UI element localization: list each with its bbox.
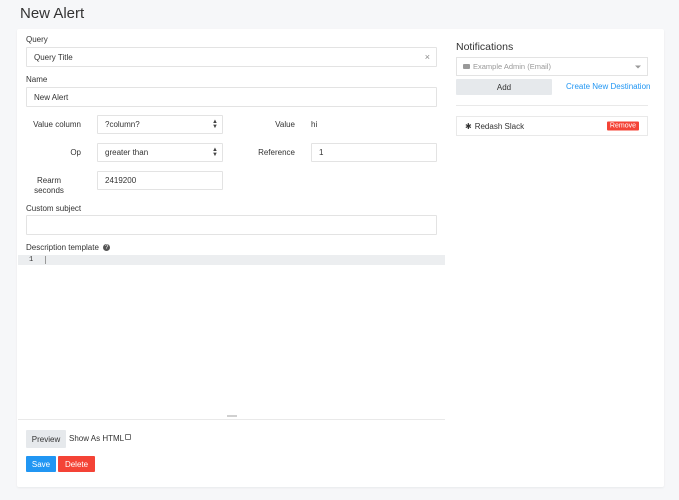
name-value: New Alert bbox=[34, 92, 69, 102]
delete-button[interactable]: Delete bbox=[58, 456, 95, 472]
query-label: Query bbox=[26, 35, 48, 44]
query-value: Query Title bbox=[34, 52, 73, 62]
preview-button[interactable]: Preview bbox=[26, 430, 66, 448]
slack-icon: ✱ bbox=[465, 121, 472, 131]
show-as-html-checkbox[interactable] bbox=[125, 434, 131, 440]
save-button[interactable]: Save bbox=[26, 456, 56, 472]
rearm-input[interactable]: 2419200 bbox=[97, 171, 223, 190]
add-destination-button[interactable]: Add bbox=[456, 79, 552, 95]
rearm-label: Rearm seconds bbox=[17, 176, 81, 196]
description-label-text: Description template bbox=[26, 243, 99, 252]
value-column-value: ?column? bbox=[105, 120, 140, 129]
op-value: greater than bbox=[105, 148, 149, 157]
reference-value: 1 bbox=[319, 148, 324, 157]
description-label: Description template ? bbox=[26, 243, 111, 252]
notifications-divider bbox=[456, 105, 648, 106]
name-input[interactable]: New Alert bbox=[26, 87, 437, 107]
destination-select[interactable]: Example Admin (Email) bbox=[456, 57, 648, 76]
rearm-value: 2419200 bbox=[105, 176, 137, 185]
op-select[interactable]: greater than ▲ ▼ bbox=[97, 143, 223, 162]
reference-label: Reference bbox=[258, 148, 295, 157]
clear-icon[interactable]: × bbox=[425, 52, 430, 62]
rearm-label-line1: Rearm bbox=[36, 176, 61, 185]
caret-down-icon bbox=[635, 65, 641, 68]
custom-subject-label: Custom subject bbox=[26, 204, 82, 213]
show-as-html-label: Show As HTML bbox=[69, 434, 125, 443]
custom-subject-input[interactable] bbox=[26, 215, 437, 235]
notifications-title: Notifications bbox=[456, 41, 514, 53]
resize-handle[interactable] bbox=[227, 415, 237, 417]
description-editor[interactable]: 1 bbox=[18, 255, 445, 420]
line-number: 1 bbox=[29, 256, 34, 264]
destination-item: ✱ Redash Slack Remove bbox=[456, 116, 648, 136]
page-title: New Alert bbox=[20, 5, 85, 22]
create-new-destination-link[interactable]: Create New Destination bbox=[566, 82, 650, 91]
reference-input[interactable]: 1 bbox=[311, 143, 437, 162]
destination-placeholder: Example Admin (Email) bbox=[473, 62, 551, 71]
remove-destination-button[interactable]: Remove bbox=[606, 121, 639, 131]
query-select[interactable]: Query Title × bbox=[26, 47, 437, 67]
help-icon[interactable]: ? bbox=[103, 244, 111, 252]
text-cursor bbox=[45, 256, 46, 264]
value-label: Value bbox=[275, 120, 295, 129]
active-line-row bbox=[18, 255, 445, 265]
value-column-label: Value column bbox=[33, 120, 81, 129]
value-column-select[interactable]: ?column? ▲ ▼ bbox=[97, 115, 223, 134]
help-icon-glyph: ? bbox=[104, 244, 109, 251]
name-label: Name bbox=[26, 75, 48, 84]
select-arrows-icon: ▲ ▼ bbox=[212, 146, 218, 158]
destination-name: Redash Slack bbox=[474, 121, 525, 131]
rearm-label-line2: seconds bbox=[34, 186, 64, 195]
select-arrows-icon: ▲ ▼ bbox=[212, 118, 218, 130]
value-text: hi bbox=[311, 120, 318, 129]
email-icon bbox=[463, 64, 470, 69]
op-label: Op bbox=[70, 148, 81, 157]
alert-form-panel: Query Query Title × Name New Alert Value… bbox=[17, 29, 664, 487]
